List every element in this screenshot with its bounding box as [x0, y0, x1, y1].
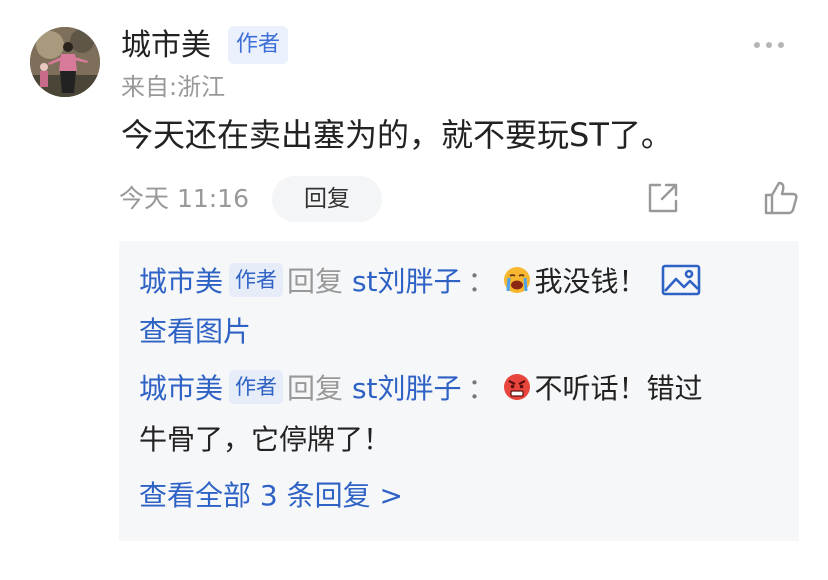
- sub-reply-author[interactable]: 城市美: [139, 265, 223, 298]
- author-badge: 作者: [228, 26, 289, 64]
- colon: ：: [467, 372, 496, 405]
- reply-target-user[interactable]: st刘胖子: [352, 372, 462, 405]
- sub-reply-text: 不听话！错过: [534, 372, 703, 405]
- share-icon[interactable]: [645, 180, 681, 216]
- sub-reply-text: 牛骨了，它停牌了！: [139, 423, 392, 456]
- view-image-label[interactable]: 查看图片: [139, 315, 251, 348]
- sub-reply-text: 我没钱！: [534, 265, 647, 298]
- crying-face-emoji: [502, 265, 532, 295]
- more-icon[interactable]: [752, 35, 786, 55]
- username[interactable]: 城市美: [121, 27, 211, 65]
- location-label: 来自:浙江: [121, 73, 226, 101]
- like-icon[interactable]: [762, 179, 800, 217]
- avatar[interactable]: [30, 27, 100, 97]
- view-image-link[interactable]: 查看图片: [139, 308, 251, 356]
- reply-target-user[interactable]: st刘胖子: [352, 265, 462, 298]
- author-badge: 作者: [229, 370, 284, 404]
- sub-reply-1[interactable]: 城市美 作者 回复 st刘胖子： 我没钱！: [139, 258, 701, 306]
- colon: ：: [467, 265, 496, 298]
- sub-reply-2-continued: 牛骨了，它停牌了！: [139, 416, 391, 464]
- image-icon[interactable]: [661, 263, 701, 297]
- reply-button[interactable]: 回复: [272, 176, 382, 222]
- reply-word: 回复: [287, 265, 344, 298]
- sub-reply-author[interactable]: 城市美: [139, 372, 223, 405]
- post-time: 今天 11:16: [119, 184, 249, 213]
- sub-reply-2[interactable]: 城市美 作者 回复 st刘胖子： 不听话！错过: [139, 365, 703, 413]
- post-content: 今天还在卖出塞为的，就不要玩ST了。: [121, 116, 673, 154]
- reply-word: 回复: [287, 372, 344, 405]
- angry-face-emoji: [502, 372, 532, 402]
- author-badge: 作者: [229, 263, 284, 297]
- view-all-replies-link[interactable]: 查看全部 3 条回复 >: [139, 472, 403, 520]
